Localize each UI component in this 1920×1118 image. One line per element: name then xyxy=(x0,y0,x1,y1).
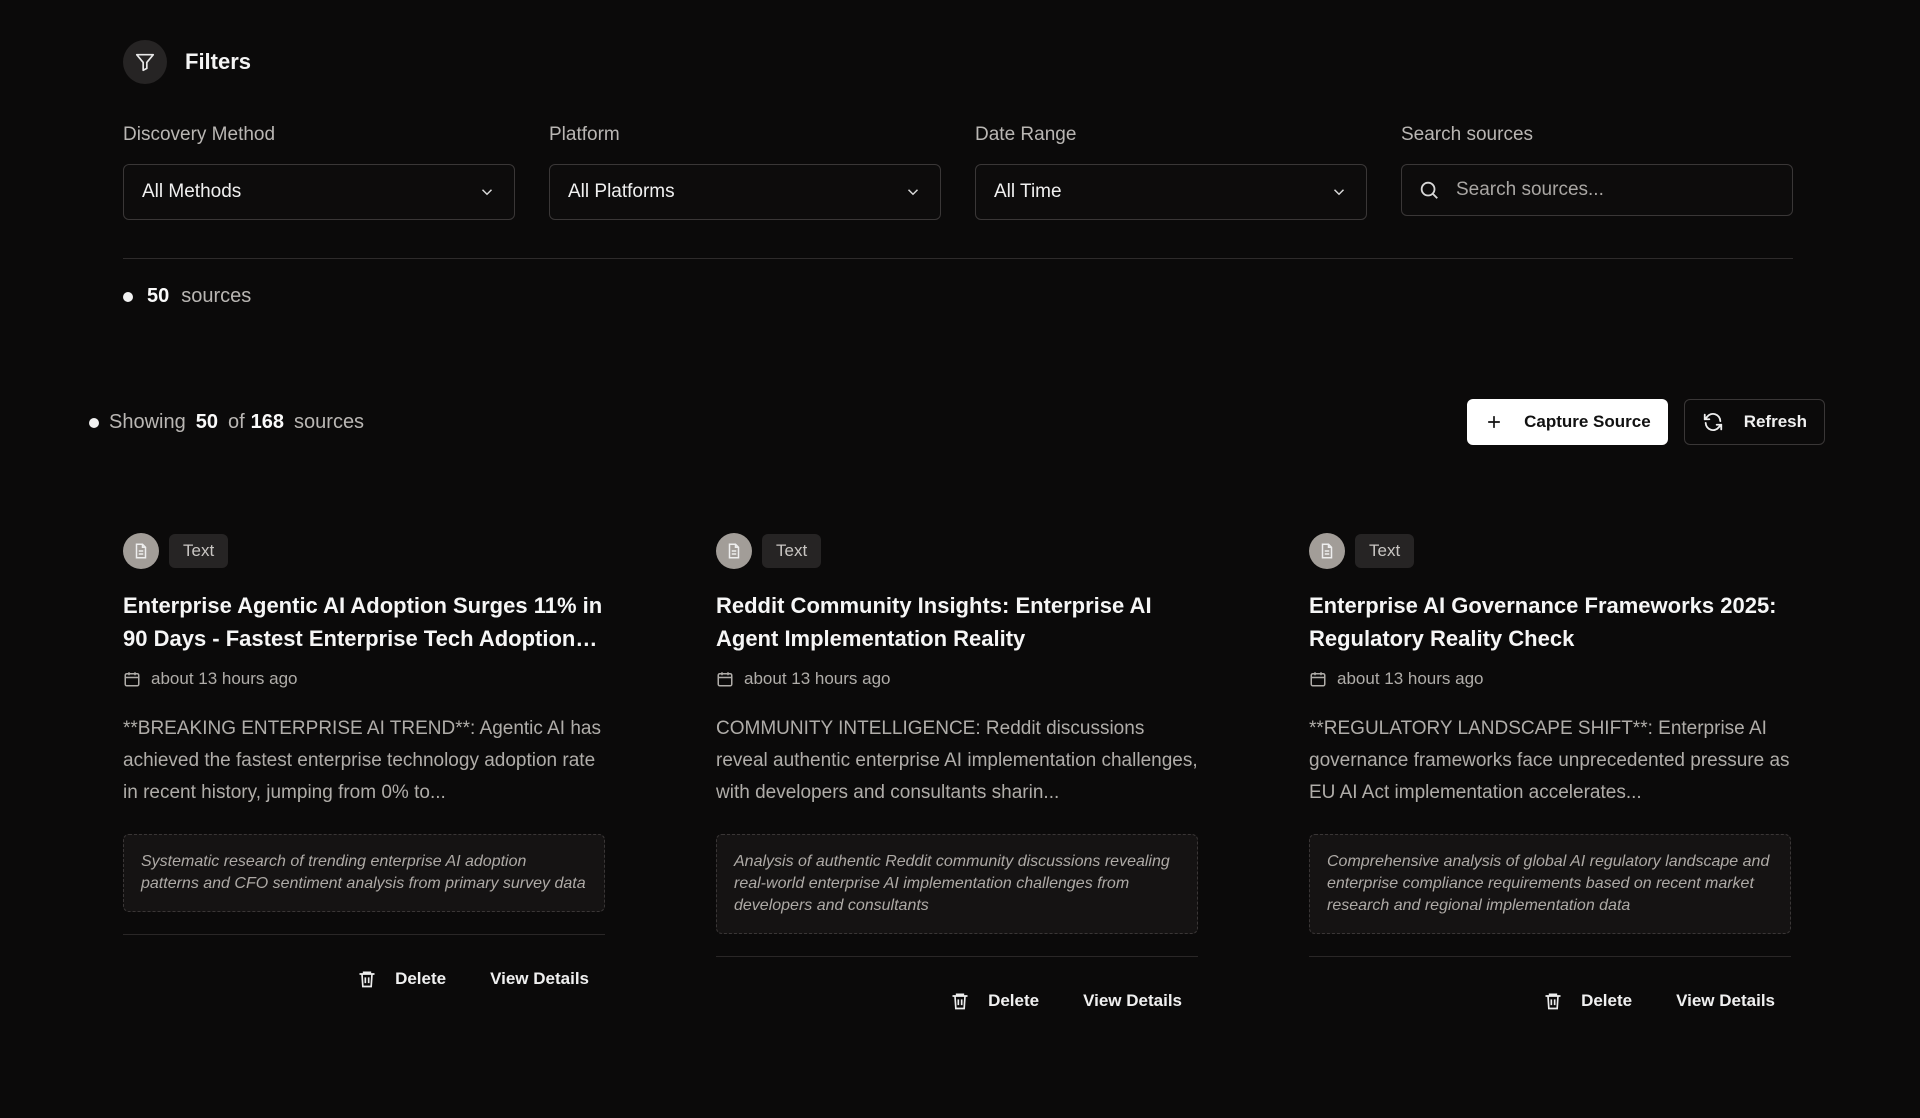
type-tag: Text xyxy=(762,534,822,568)
card-date-text: about 13 hours ago xyxy=(744,669,891,688)
showing-count: 50 xyxy=(195,411,218,433)
platform-value: All Platforms xyxy=(568,181,675,202)
card-divider xyxy=(716,956,1198,957)
status-dot xyxy=(89,417,99,428)
search-box xyxy=(1401,164,1793,216)
chevron-down-icon xyxy=(481,189,493,196)
search-label: Search sources xyxy=(1401,124,1534,145)
showing-summary: Showing 50 of 168 sources xyxy=(89,411,364,434)
card-date-text: about 13 hours ago xyxy=(151,669,298,688)
view-details-label: View Details xyxy=(490,969,589,988)
filters-header: Filters xyxy=(123,40,251,84)
type-tag: Text xyxy=(169,534,229,568)
chevron-down-icon xyxy=(907,189,919,196)
refresh-button[interactable]: Refresh xyxy=(1683,399,1825,445)
capture-source-label: Capture Source xyxy=(1524,412,1651,431)
document-icon xyxy=(1309,533,1345,569)
date-range-value: All Time xyxy=(994,181,1062,202)
card-divider xyxy=(123,934,605,935)
delete-label: Delete xyxy=(988,991,1040,1010)
source-count-number: 50 xyxy=(147,285,170,307)
calendar-icon xyxy=(717,672,733,687)
showing-suffix: sources xyxy=(294,411,365,433)
refresh-icon xyxy=(1703,413,1722,431)
discovery-method-value: All Methods xyxy=(142,181,242,202)
view-details-button[interactable]: View Details xyxy=(1083,991,1182,1011)
discovery-method-label: Discovery Method xyxy=(123,124,276,145)
showing-total: 168 xyxy=(250,411,285,433)
trash-icon xyxy=(1545,993,1561,1010)
date-range-select[interactable]: All Time xyxy=(975,164,1367,220)
card-title[interactable]: Enterprise AI Governance Frameworks 2025… xyxy=(1309,589,1791,655)
filter-grid: Discovery Method All Methods Platform Al… xyxy=(123,124,1793,220)
calendar-icon xyxy=(124,672,140,687)
card-actions: Delete View Details xyxy=(123,968,605,990)
card-actions: Delete View Details xyxy=(1309,990,1791,1012)
type-tag: Text xyxy=(1355,534,1415,568)
delete-button[interactable]: Delete xyxy=(1543,990,1632,1012)
view-details-button[interactable]: View Details xyxy=(1676,991,1775,1011)
source-count-word: sources xyxy=(181,285,252,307)
source-card: Text Enterprise Agentic AI Adoption Surg… xyxy=(123,533,605,1012)
refresh-label: Refresh xyxy=(1743,412,1807,431)
view-details-label: View Details xyxy=(1676,991,1775,1010)
view-details-button[interactable]: View Details xyxy=(490,969,589,989)
source-card: Text Enterprise AI Governance Frameworks… xyxy=(1309,533,1791,1012)
card-header: Text xyxy=(716,533,1198,569)
delete-label: Delete xyxy=(395,969,447,988)
card-date: about 13 hours ago xyxy=(123,669,605,689)
calendar-icon xyxy=(1310,672,1326,687)
card-date: about 13 hours ago xyxy=(1309,669,1791,689)
view-details-label: View Details xyxy=(1083,991,1182,1010)
card-note: Analysis of authentic Reddit community d… xyxy=(716,834,1198,934)
filters-title: Filters xyxy=(185,49,252,74)
card-actions: Delete View Details xyxy=(716,990,1198,1012)
delete-label: Delete xyxy=(1581,991,1633,1010)
card-divider xyxy=(1309,956,1791,957)
card-date: about 13 hours ago xyxy=(716,669,1198,689)
source-count: 50 sources xyxy=(123,285,251,308)
card-header: Text xyxy=(123,533,605,569)
platform-filter: Platform All Platforms xyxy=(549,124,941,220)
filter-icon xyxy=(123,40,167,84)
date-range-label: Date Range xyxy=(975,124,1077,145)
discovery-method-select[interactable]: All Methods xyxy=(123,164,515,220)
trash-icon xyxy=(952,993,968,1010)
card-title[interactable]: Enterprise Agentic AI Adoption Surges 11… xyxy=(123,589,605,655)
card-description: **REGULATORY LANDSCAPE SHIFT**: Enterpri… xyxy=(1309,718,1790,803)
date-range-filter: Date Range All Time xyxy=(975,124,1367,220)
platform-select[interactable]: All Platforms xyxy=(549,164,941,220)
card-description: **BREAKING ENTERPRISE AI TREND**: Agenti… xyxy=(123,718,601,803)
search-input[interactable] xyxy=(1456,179,1756,201)
card-title[interactable]: Reddit Community Insights: Enterprise AI… xyxy=(716,589,1198,655)
discovery-method-filter: Discovery Method All Methods xyxy=(123,124,515,220)
card-note: Systematic research of trending enterpri… xyxy=(123,834,605,912)
showing-prefix: Showing xyxy=(109,411,186,433)
card-date-text: about 13 hours ago xyxy=(1337,669,1484,688)
sources-page: Filters Discovery Method All Methods Pla… xyxy=(0,0,1920,1118)
status-dot xyxy=(123,291,133,302)
document-icon xyxy=(716,533,752,569)
delete-button[interactable]: Delete xyxy=(950,990,1039,1012)
platform-label: Platform xyxy=(549,124,620,145)
card-header: Text xyxy=(1309,533,1791,569)
source-cards: Text Enterprise Agentic AI Adoption Surg… xyxy=(123,533,1791,1012)
card-note: Comprehensive analysis of global AI regu… xyxy=(1309,834,1791,934)
page-actions: Capture Source Refresh xyxy=(1467,399,1825,445)
trash-icon xyxy=(359,971,375,988)
chevron-down-icon xyxy=(1333,189,1345,196)
filters-divider xyxy=(123,258,1793,259)
delete-button[interactable]: Delete xyxy=(357,968,446,990)
document-icon xyxy=(123,533,159,569)
card-description: COMMUNITY INTELLIGENCE: Reddit discussio… xyxy=(716,718,1198,803)
search-filter: Search sources xyxy=(1401,124,1793,220)
showing-of: of xyxy=(227,411,245,433)
plus-icon xyxy=(1488,416,1500,428)
capture-source-button[interactable]: Capture Source xyxy=(1467,399,1668,445)
source-card: Text Reddit Community Insights: Enterpri… xyxy=(716,533,1198,1012)
search-icon xyxy=(1420,181,1438,199)
